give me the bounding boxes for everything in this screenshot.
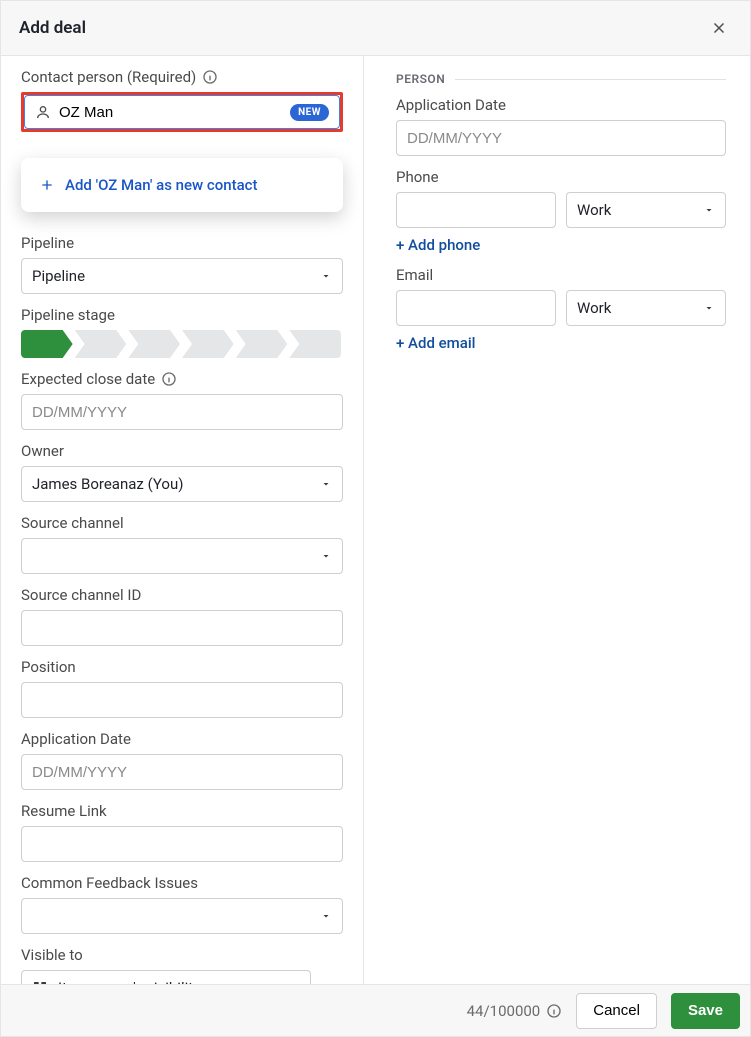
contact-person-input[interactable] (59, 96, 282, 128)
usage-counter-text: 44/100000 (467, 1002, 541, 1020)
source-channel-label: Source channel (21, 514, 343, 532)
left-column: Contact person (Required) NEW (1, 56, 364, 984)
contact-person-label: Contact person (Required) (21, 68, 343, 86)
expected-close-label-text: Expected close date (21, 370, 155, 388)
phone-type-value: Work (577, 201, 611, 219)
close-icon (710, 19, 728, 37)
chevron-down-icon (320, 550, 332, 562)
info-icon[interactable] (546, 1003, 562, 1019)
info-icon[interactable] (161, 371, 177, 387)
owner-value: James Boreanaz (You) (32, 475, 183, 493)
modal-title: Add deal (19, 18, 86, 38)
source-channel-id-input[interactable] (21, 610, 343, 646)
email-type-value: Work (577, 299, 611, 317)
cancel-button[interactable]: Cancel (576, 993, 657, 1029)
chevron-down-icon (261, 982, 273, 984)
visible-to-select[interactable]: Item owner's visibility group (21, 970, 311, 984)
pipeline-label: Pipeline (21, 234, 343, 252)
visible-to-label: Visible to (21, 946, 343, 964)
phone-type-select[interactable]: Work (566, 192, 726, 228)
person-section-title-text: PERSON (396, 72, 445, 86)
email-type-select[interactable]: Work (566, 290, 726, 326)
person-icon (35, 104, 51, 120)
expected-close-label: Expected close date (21, 370, 343, 388)
visible-to-value: Item owner's visibility group (58, 979, 243, 984)
save-button[interactable]: Save (671, 993, 740, 1029)
divider (455, 79, 726, 80)
stage-6[interactable] (289, 330, 341, 358)
info-icon[interactable] (202, 69, 218, 85)
email-label: Email (396, 266, 726, 284)
resume-link-input[interactable] (21, 826, 343, 862)
position-label: Position (21, 658, 343, 676)
phone-input[interactable] (396, 192, 556, 228)
stage-2[interactable] (75, 330, 127, 358)
owner-label: Owner (21, 442, 343, 460)
application-date-left-input[interactable] (21, 754, 343, 790)
source-channel-select[interactable] (21, 538, 343, 574)
add-email-link[interactable]: + Add email (396, 334, 475, 352)
phone-label: Phone (396, 168, 726, 186)
add-new-contact-option[interactable]: Add 'OZ Man' as new contact (21, 172, 343, 198)
modal-header: Add deal (1, 1, 750, 56)
feedback-label: Common Feedback Issues (21, 874, 343, 892)
position-input[interactable] (21, 682, 343, 718)
stage-5[interactable] (236, 330, 288, 358)
pipeline-value: Pipeline (32, 267, 85, 285)
email-input[interactable] (396, 290, 556, 326)
application-date-left-label: Application Date (21, 730, 343, 748)
plus-icon (39, 177, 55, 193)
add-new-contact-text: Add 'OZ Man' as new contact (65, 176, 258, 194)
add-phone-link[interactable]: + Add phone (396, 236, 480, 254)
chevron-down-icon (320, 910, 332, 922)
source-channel-id-label: Source channel ID (21, 586, 343, 604)
stage-1[interactable] (21, 330, 73, 358)
application-date-right-input[interactable] (396, 120, 726, 156)
contact-person-field[interactable]: NEW (24, 95, 340, 129)
chevron-down-icon (320, 478, 332, 490)
modal-footer: 44/100000 Cancel Save (1, 984, 750, 1036)
expected-close-input[interactable] (21, 394, 343, 430)
person-section-title: PERSON (396, 72, 726, 86)
pipeline-stage-label: Pipeline stage (21, 306, 343, 324)
pipeline-select[interactable]: Pipeline (21, 258, 343, 294)
chevron-down-icon (320, 270, 332, 282)
feedback-select[interactable] (21, 898, 343, 934)
contact-person-field-highlight: NEW (21, 92, 343, 132)
close-button[interactable] (706, 15, 732, 41)
application-date-right-label: Application Date (396, 96, 726, 114)
stage-4[interactable] (182, 330, 234, 358)
chevron-down-icon (703, 204, 715, 216)
resume-link-label: Resume Link (21, 802, 343, 820)
pipeline-stage-bar[interactable] (21, 330, 343, 358)
stage-3[interactable] (128, 330, 180, 358)
owner-select[interactable]: James Boreanaz (You) (21, 466, 343, 502)
contact-person-label-text: Contact person (Required) (21, 68, 196, 86)
contact-suggestion-dropdown: Add 'OZ Man' as new contact (21, 158, 343, 212)
right-column: PERSON Application Date Phone Work + Add… (364, 56, 750, 984)
visibility-group-icon (32, 980, 48, 984)
usage-counter: 44/100000 (467, 1002, 563, 1020)
new-badge: NEW (290, 104, 329, 121)
chevron-down-icon (703, 302, 715, 314)
